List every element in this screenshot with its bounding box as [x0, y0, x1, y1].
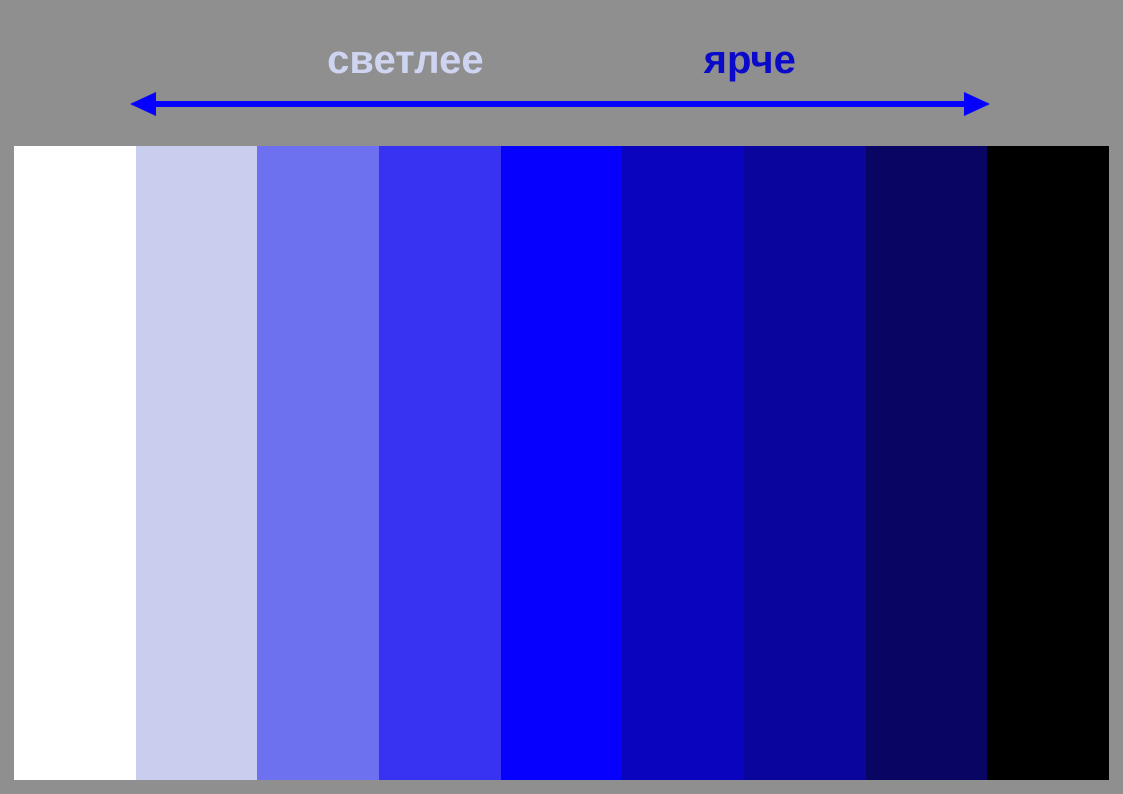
swatch-dark-blue-2	[744, 146, 866, 780]
swatch-royal-blue	[379, 146, 501, 780]
header: светлее ярче	[0, 16, 1123, 136]
double-arrow-icon	[130, 92, 990, 116]
swatch-blue	[501, 146, 623, 780]
swatch-white	[14, 146, 136, 780]
swatch-black	[987, 146, 1109, 780]
arrow-line	[150, 101, 970, 107]
label-lighter: светлее	[327, 38, 483, 83]
label-brighter: ярче	[704, 38, 796, 83]
swatch-navy	[866, 146, 988, 780]
swatch-dark-blue-1	[622, 146, 744, 780]
arrow-right-head-icon	[964, 92, 990, 116]
labels-row: светлее ярче	[0, 38, 1123, 83]
swatch-lavender	[136, 146, 258, 780]
swatch-row	[14, 146, 1109, 780]
swatch-light-blue	[257, 146, 379, 780]
